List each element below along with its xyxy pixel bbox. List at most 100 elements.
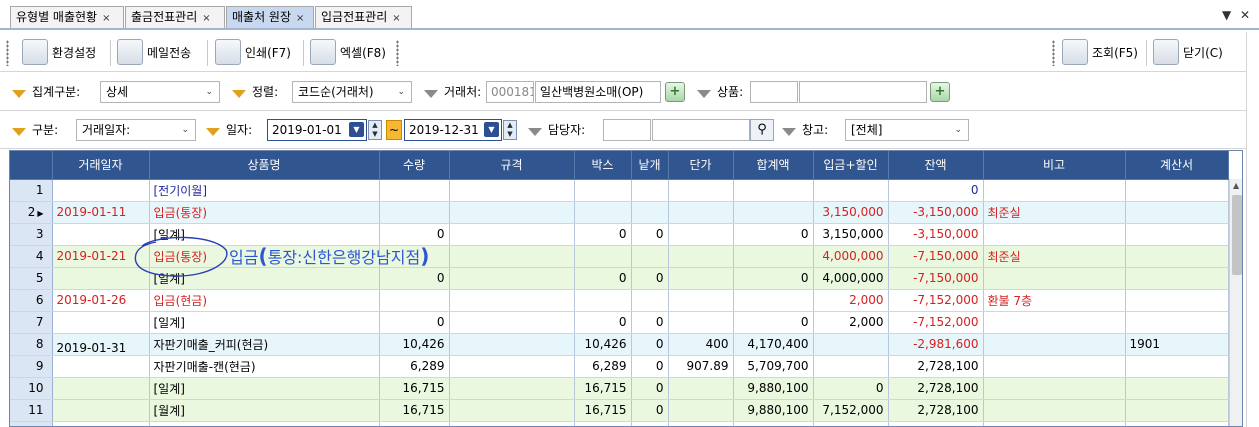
cell-total[interactable] [733,179,814,202]
row-number[interactable]: 12 [10,421,53,426]
cell-spec[interactable] [449,311,575,334]
cell-date[interactable]: 2019-01-31 [52,333,150,356]
cell-invoice[interactable] [1125,399,1229,422]
cell-price[interactable]: 400 [668,333,734,356]
cell-balance[interactable]: -7,152,000 [888,289,984,312]
cell-unit[interactable] [631,245,669,268]
close-button[interactable]: 닫기(C) [1153,37,1223,67]
cell-unit[interactable]: 0 [631,333,669,356]
cell-unit[interactable] [631,421,669,426]
cell-price[interactable] [668,245,734,268]
cell-qty[interactable]: 6,289 [379,355,450,378]
cell-box[interactable]: 0 [574,311,632,334]
cell-price[interactable] [668,377,734,400]
cell-date[interactable] [52,399,150,422]
cell-total[interactable] [733,289,814,312]
calendar-dropdown-icon[interactable]: ▼ [349,122,364,137]
cell-total[interactable] [733,245,814,268]
cell-name[interactable]: 입금(현금) [149,289,380,312]
toolbar-grip[interactable] [6,40,9,66]
cell-note[interactable] [983,377,1126,400]
cell-name[interactable]: [월계] [149,399,380,422]
cell-note[interactable]: 최준실 [983,201,1126,224]
cell-spec[interactable] [449,289,575,312]
column-header[interactable]: 비고 [983,151,1126,180]
cell-balance[interactable]: -7,150,000 [888,267,984,290]
vertical-scrollbar[interactable]: ▲ [1229,179,1242,426]
cell-invoice[interactable] [1125,223,1229,246]
column-header[interactable]: 수량 [379,151,450,180]
cell-name[interactable]: [전기이월] [149,179,380,202]
row-number[interactable]: 5 [10,267,53,290]
cell-qty[interactable]: 0 [379,267,450,290]
toolbar-grip[interactable] [1052,40,1055,66]
mail-send-button[interactable]: 메일전송 [117,37,191,67]
cell-name[interactable]: [일계] [149,311,380,334]
cell-price[interactable] [668,201,734,224]
cell-total[interactable]: 0 [733,311,814,334]
cell-spec[interactable] [449,267,575,290]
customer-name-input[interactable]: 일산백병원소매(OP) [535,81,661,103]
cell-note[interactable] [983,223,1126,246]
cell-note[interactable] [983,311,1126,334]
cell-qty[interactable] [379,289,450,312]
cell-unit[interactable]: 0 [631,355,669,378]
cell-unit[interactable]: 0 [631,311,669,334]
row-number[interactable]: 4 [10,245,53,268]
cell-price[interactable] [668,421,734,426]
column-header[interactable]: 박스 [574,151,632,180]
cell-price[interactable] [668,179,734,202]
cell-total[interactable]: 9,880,100 [733,399,814,422]
cell-note[interactable] [983,399,1126,422]
column-header[interactable]: 규격 [449,151,575,180]
cell-price[interactable]: 907.89 [668,355,734,378]
type-select[interactable]: 거래일자: ⌄ [76,119,196,141]
search-button[interactable]: 조회(F5) [1062,37,1138,67]
close-icon[interactable]: × [392,13,400,24]
print-button[interactable]: 인쇄(F7) [215,37,291,67]
cell-note[interactable] [983,421,1126,426]
cell-unit[interactable] [631,289,669,312]
cell-deposit[interactable]: 2,000 [813,311,889,334]
cell-invoice[interactable] [1125,377,1229,400]
cell-date[interactable]: 2019-01-26 [52,289,150,312]
table-row[interactable]: 10 [일계] 16,715 16,715 0 9,880,100 0 2,728,100 [10,377,1229,400]
cell-price[interactable] [668,399,734,422]
cell-deposit[interactable]: 7,152,000 [813,399,889,422]
column-header[interactable]: 입금+할인 [813,151,889,180]
close-icon[interactable]: × [202,13,210,24]
cell-date[interactable] [52,355,150,378]
cell-balance[interactable] [888,421,984,426]
add-product-button[interactable]: + [930,82,950,102]
table-row[interactable]: 1 [전기이월] 0 [10,179,1229,202]
cell-spec[interactable] [449,245,575,268]
cell-date[interactable]: 2019-01-11 [52,201,150,224]
cell-invoice[interactable]: 1901 [1125,333,1229,356]
cell-balance[interactable]: 0 [888,179,984,202]
table-row[interactable]: 11 [월계] 16,715 16,715 0 9,880,100 7,152,000 2,7… [10,399,1229,422]
cell-date[interactable] [52,179,150,202]
column-header[interactable]: 계산서 [1125,151,1229,180]
tab-sales-by-type[interactable]: 유형별 매출현황 × [10,6,124,28]
manager-search-button[interactable]: ⚲ [750,119,774,141]
column-header[interactable]: 거래일자 [52,151,150,180]
cell-name[interactable]: 자판기매출_커피(현금) [149,333,380,356]
cell-invoice[interactable] [1125,311,1229,334]
row-number-current[interactable]: 2 ▶ [10,201,53,224]
cell-qty[interactable]: 0 [379,223,450,246]
cell-balance[interactable]: 2,728,100 [888,355,984,378]
add-customer-button[interactable]: + [665,82,685,102]
close-icon[interactable]: × [296,13,304,24]
cell-total[interactable]: 0 [733,267,814,290]
row-number[interactable]: 7 [10,311,53,334]
cell-balance[interactable]: 2,728,100 [888,377,984,400]
cell-spec[interactable] [449,421,575,426]
cell-deposit[interactable]: 4,000,000 [813,267,889,290]
column-header[interactable]: 상품명 [149,151,380,180]
column-header[interactable]: 단가 [668,151,734,180]
cell-deposit[interactable] [813,421,889,426]
cell-unit[interactable] [631,179,669,202]
row-number[interactable]: 9 [10,355,53,378]
date-from-spinner[interactable]: ▲ ▼ [368,120,382,140]
excel-button[interactable]: 엑셀(F8) [310,37,386,67]
